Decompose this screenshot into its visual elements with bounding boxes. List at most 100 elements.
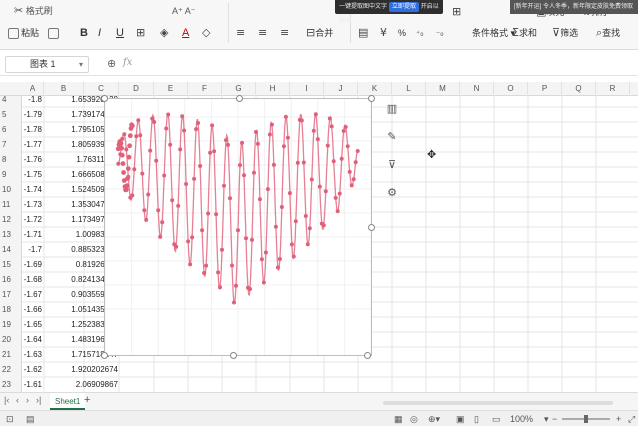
chart-filter-icon[interactable]: ⊽ (383, 156, 401, 174)
data-point[interactable] (121, 170, 126, 175)
row-header[interactable]: 8 (0, 152, 22, 167)
last-sheet-icon[interactable]: ›| (36, 395, 41, 405)
name-box[interactable]: 图表 1 ▾ (5, 56, 89, 73)
data-point[interactable] (129, 123, 135, 129)
row-header[interactable]: 12 (0, 212, 22, 227)
zoom-slider-knob[interactable] (584, 415, 588, 423)
filter-button[interactable]: ⊽筛选 (552, 23, 578, 43)
copy-button[interactable] (48, 23, 61, 43)
sheet-tab[interactable]: Sheet1 (50, 393, 86, 410)
row-header[interactable]: 15 (0, 257, 22, 272)
row-header[interactable]: 20 (0, 332, 22, 347)
resize-handle[interactable] (364, 352, 371, 359)
cell-a[interactable]: -1.72 (22, 212, 44, 227)
data-point[interactable] (120, 161, 126, 166)
cell-a[interactable]: -1.63 (22, 347, 44, 362)
data-point[interactable] (119, 152, 125, 158)
cell-a[interactable]: -1.62 (22, 362, 44, 377)
merge-button[interactable]: ⊟合并 (306, 23, 333, 43)
column-header-n[interactable]: N (460, 82, 494, 96)
globe-icon[interactable]: ⊕▾ (428, 412, 440, 426)
fx-button[interactable]: fx (123, 57, 132, 68)
resize-handle[interactable] (101, 95, 108, 102)
cell-a[interactable]: -1.7 (22, 242, 44, 257)
data-point[interactable] (126, 154, 132, 160)
data-point[interactable] (125, 176, 130, 181)
align-center-button[interactable]: ≡ (258, 23, 267, 43)
page-layout-icon[interactable]: ▯ (474, 412, 479, 426)
decimal-decrease-button[interactable]: ⁻₀ (436, 23, 443, 44)
row-header[interactable]: 14 (0, 242, 22, 257)
add-sheet-button[interactable]: + (84, 394, 90, 406)
cell-a[interactable]: -1.78 (22, 122, 44, 137)
cell-a[interactable]: -1.69 (22, 257, 44, 272)
view-icon[interactable]: ▦ (394, 412, 403, 426)
cell-a[interactable]: -1.8 (22, 92, 44, 107)
data-point[interactable] (127, 143, 132, 149)
percent-button[interactable]: % (398, 23, 406, 43)
find-button[interactable]: ⌕查找 (596, 23, 620, 43)
row-header[interactable]: 9 (0, 167, 22, 182)
column-header-q[interactable]: Q (562, 82, 596, 96)
row-header[interactable]: 16 (0, 272, 22, 287)
cell-a[interactable]: -1.75 (22, 167, 44, 182)
cell-a[interactable]: -1.65 (22, 317, 44, 332)
row-header[interactable]: 23 (0, 377, 22, 392)
decimal-increase-button[interactable]: ⁺₀ (416, 23, 423, 44)
macro-icon[interactable]: ⊡ (6, 412, 14, 426)
eye-protect-icon[interactable]: ◎ (410, 412, 418, 426)
border-button[interactable]: ⊞ (136, 23, 145, 43)
cell-a[interactable]: -1.64 (22, 332, 44, 347)
next-sheet-icon[interactable]: › (26, 395, 29, 405)
column-header-o[interactable]: O (494, 82, 528, 96)
scatter-chart[interactable] (105, 99, 371, 355)
fill-color-button[interactable]: ◈ (160, 23, 168, 43)
zoom-plus-icon[interactable]: + (616, 412, 621, 426)
horizontal-scrollbar[interactable] (383, 401, 613, 405)
cell-a[interactable]: -1.77 (22, 137, 44, 152)
cell-a[interactable]: -1.68 (22, 272, 44, 287)
data-point[interactable] (119, 145, 124, 151)
column-header-i[interactable]: I (290, 82, 324, 96)
column-header-m[interactable]: M (426, 82, 460, 96)
cell-a[interactable]: -1.66 (22, 302, 44, 317)
data-point[interactable] (125, 166, 131, 171)
cell-b[interactable]: 2.06909867 (44, 377, 120, 392)
cell-a[interactable]: -1.76 (22, 152, 44, 167)
zoom-icon[interactable]: ⊕ (107, 57, 116, 70)
row-header[interactable]: 5 (0, 107, 22, 122)
zoom-level[interactable]: 100% (510, 412, 533, 426)
column-header-f[interactable]: F (188, 82, 222, 96)
column-header-h[interactable]: H (256, 82, 290, 96)
row-header[interactable]: 4 (0, 92, 22, 107)
normal-view-icon[interactable]: ▣ (456, 412, 465, 426)
column-header-p[interactable]: P (528, 82, 562, 96)
underline-button[interactable]: U (116, 23, 124, 43)
cell-a[interactable]: -1.71 (22, 227, 44, 242)
sheet-list-icon[interactable]: ▤ (26, 412, 35, 426)
pivot-button[interactable]: ⊞ (452, 2, 461, 22)
chart-style-icon[interactable]: ✎ (383, 128, 401, 146)
row-header[interactable]: 6 (0, 122, 22, 137)
column-header-l[interactable]: L (392, 82, 426, 96)
resize-handle[interactable] (368, 224, 375, 231)
row-header[interactable]: 22 (0, 362, 22, 377)
chart-object[interactable] (104, 98, 372, 356)
column-header-k[interactable]: K (358, 82, 392, 96)
page-break-icon[interactable]: ▭ (492, 412, 501, 426)
promo-banner[interactable]: [新年开运] 令人冬季，新年限定皮肤免费领取 (510, 0, 638, 14)
resize-handle[interactable] (236, 95, 243, 102)
currency-button[interactable]: ¥ (380, 23, 387, 43)
ocr-extract-button[interactable]: 立即提取 (389, 2, 420, 12)
sum-button[interactable]: Σ求和 (512, 23, 537, 43)
wrap-button[interactable]: ▤ (358, 23, 368, 43)
align-left-button[interactable]: ≡ (236, 23, 245, 43)
row-header[interactable]: 19 (0, 317, 22, 332)
resize-handle[interactable] (101, 352, 108, 359)
column-header-j[interactable]: J (324, 82, 358, 96)
first-sheet-icon[interactable]: |‹ (4, 395, 9, 405)
paste-button[interactable]: 粘贴 (8, 23, 39, 43)
cell-a[interactable]: -1.73 (22, 197, 44, 212)
row-header[interactable]: 10 (0, 182, 22, 197)
column-header-e[interactable]: E (154, 82, 188, 96)
